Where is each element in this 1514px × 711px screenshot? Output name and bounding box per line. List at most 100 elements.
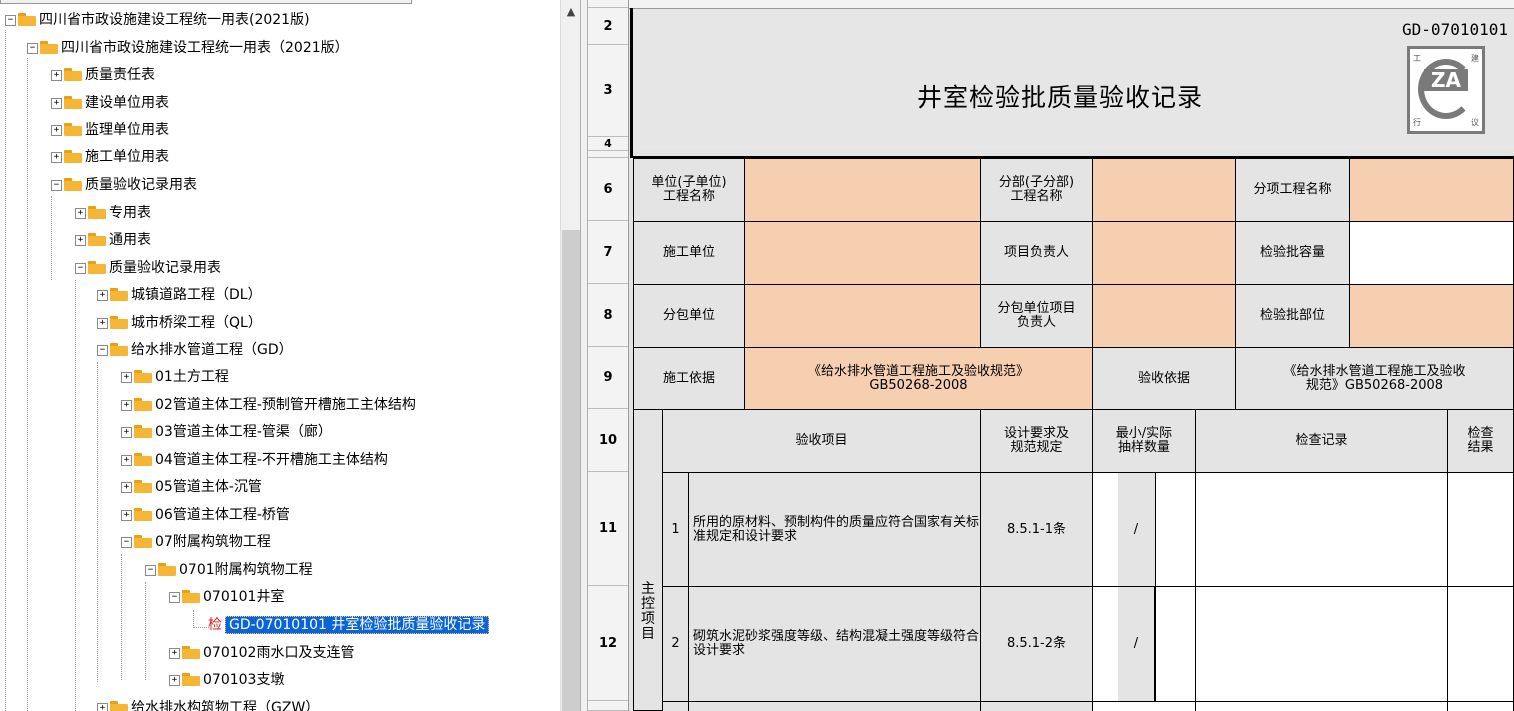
folder-open-icon bbox=[134, 535, 152, 548]
tree-node[interactable]: − 0701附属构筑物工程 bbox=[145, 559, 313, 581]
tree-node[interactable]: +06管道主体工程-桥管 bbox=[121, 504, 290, 526]
tree-node-root[interactable]: − 四川省市政设施建设工程统一用表(2021版) bbox=[5, 9, 310, 31]
expand-icon[interactable]: + bbox=[51, 152, 62, 163]
folder-icon bbox=[182, 673, 200, 686]
sub-lead-input[interactable] bbox=[1092, 284, 1236, 348]
acceptance-basis-value[interactable]: 《给水排水管道工程施工及验收 规范》GB50268-2008 bbox=[1235, 347, 1514, 410]
tree-node-selected[interactable]: 检 GD-07010101 井室检验批质量验收记录 bbox=[208, 614, 490, 636]
result-input[interactable] bbox=[1447, 586, 1514, 702]
row-header[interactable] bbox=[588, 151, 628, 158]
subcontractor-input[interactable] bbox=[744, 284, 981, 348]
unit-input[interactable] bbox=[744, 158, 981, 222]
tree-node[interactable]: + 给水排水构筑物工程（GZW） bbox=[97, 697, 319, 711]
collapse-icon[interactable]: − bbox=[97, 345, 108, 356]
row-header[interactable]: 4 bbox=[588, 137, 628, 151]
tree-scrollbar[interactable]: ▲ bbox=[560, 0, 580, 711]
row-header[interactable]: 12 bbox=[588, 586, 628, 701]
record-input[interactable] bbox=[1195, 472, 1448, 587]
logo-corner: 工 bbox=[1413, 54, 1421, 63]
row-header[interactable]: 6 bbox=[588, 158, 628, 221]
row-header[interactable]: 3 bbox=[588, 45, 628, 137]
result-input[interactable] bbox=[1447, 472, 1514, 587]
row-header[interactable] bbox=[588, 701, 628, 711]
subitem-input[interactable] bbox=[1349, 158, 1514, 222]
tree-node[interactable]: − 07附属构筑物工程 bbox=[121, 531, 271, 553]
expand-icon[interactable]: + bbox=[121, 510, 132, 521]
item-number: 1 bbox=[662, 472, 689, 587]
basis-value[interactable]: 《给水排水管道工程施工及验收规范》 GB50268-2008 bbox=[744, 347, 1093, 410]
sample-slash: / bbox=[1118, 473, 1154, 586]
expand-icon[interactable]: + bbox=[121, 455, 132, 466]
collapse-icon[interactable]: − bbox=[75, 263, 86, 274]
item-header: 验收项目 bbox=[662, 409, 981, 473]
logo-text: ZA bbox=[1424, 69, 1468, 91]
record-input[interactable] bbox=[1195, 701, 1448, 711]
actual-sample-input[interactable] bbox=[1155, 472, 1196, 587]
tree-node[interactable]: +03管道主体工程-管渠（廊） bbox=[121, 421, 332, 443]
tree-node[interactable]: − 给水排水管道工程（GD） bbox=[97, 339, 293, 361]
row-header[interactable]: 7 bbox=[588, 221, 628, 284]
collapse-icon[interactable]: − bbox=[5, 15, 16, 26]
tree-node[interactable]: +05管道主体-沉管 bbox=[121, 476, 262, 498]
batch-location-input[interactable] bbox=[1349, 284, 1514, 348]
collapse-icon[interactable]: − bbox=[51, 180, 62, 191]
tree-node[interactable]: + 施工单位用表 bbox=[51, 146, 169, 168]
expand-icon[interactable]: + bbox=[121, 400, 132, 411]
batch-location-label: 检验批部位 bbox=[1235, 284, 1350, 348]
collapse-icon[interactable]: − bbox=[27, 43, 38, 54]
spreadsheet[interactable]: 2 3 4 6 7 8 9 10 11 12 GD-07010101 井室检验批… bbox=[588, 0, 1514, 711]
sample-input[interactable] bbox=[1092, 701, 1196, 711]
expand-icon[interactable]: + bbox=[121, 372, 132, 383]
tree-node[interactable]: +070103支墩 bbox=[169, 669, 284, 691]
expand-icon[interactable]: + bbox=[97, 318, 108, 329]
tree-node[interactable]: + 建设单位用表 bbox=[51, 92, 169, 114]
tree-node[interactable]: + 城镇道路工程（DL） bbox=[97, 284, 262, 306]
expand-icon[interactable]: + bbox=[97, 290, 108, 301]
expand-icon[interactable]: + bbox=[51, 125, 62, 136]
row-header[interactable]: 8 bbox=[588, 284, 628, 347]
subdivision-input[interactable] bbox=[1092, 158, 1236, 222]
tree-node[interactable]: − 质量验收记录用表 bbox=[75, 257, 221, 279]
row-header[interactable]: 10 bbox=[588, 409, 628, 472]
row-header[interactable]: 2 bbox=[588, 8, 628, 45]
scroll-up-icon[interactable]: ▲ bbox=[561, 0, 580, 22]
expand-icon[interactable]: + bbox=[51, 70, 62, 81]
tree-node[interactable]: + 监理单位用表 bbox=[51, 119, 169, 141]
project-lead-input[interactable] bbox=[1092, 221, 1236, 285]
contractor-input[interactable] bbox=[744, 221, 981, 285]
row-header[interactable]: 11 bbox=[588, 472, 628, 586]
collapse-icon[interactable]: − bbox=[169, 592, 180, 603]
tree-node[interactable]: +02管道主体工程-预制管开槽施工主体结构 bbox=[121, 394, 416, 416]
row-header[interactable]: 9 bbox=[588, 347, 628, 409]
tree-node[interactable]: + 质量责任表 bbox=[51, 64, 155, 86]
actual-sample-input[interactable] bbox=[1155, 586, 1196, 702]
expand-icon[interactable]: + bbox=[169, 675, 180, 686]
expand-icon[interactable]: + bbox=[169, 648, 180, 659]
panel-splitter[interactable] bbox=[580, 0, 588, 711]
tree-node[interactable]: +04管道主体工程-不开槽施工主体结构 bbox=[121, 449, 388, 471]
expand-icon[interactable]: + bbox=[75, 235, 86, 246]
tree-node[interactable]: + 专用表 bbox=[75, 202, 151, 224]
tree-node[interactable]: +070102雨水口及支连管 bbox=[169, 642, 354, 664]
batch-capacity-input[interactable] bbox=[1349, 221, 1514, 285]
expand-icon[interactable]: + bbox=[51, 98, 62, 109]
tree-node[interactable]: − 质量验收记录用表 bbox=[51, 174, 197, 196]
tree-node[interactable]: + 通用表 bbox=[75, 229, 151, 251]
row-header[interactable] bbox=[588, 0, 628, 8]
expand-icon[interactable]: + bbox=[97, 703, 108, 711]
collapse-icon[interactable]: − bbox=[121, 537, 132, 548]
tree-node-label: 07附属构筑物工程 bbox=[155, 534, 271, 550]
tree-node[interactable]: +01土方工程 bbox=[121, 366, 229, 388]
tree-node[interactable]: + 城市桥梁工程（QL） bbox=[97, 312, 262, 334]
expand-icon[interactable]: + bbox=[121, 482, 132, 493]
folder-icon bbox=[110, 316, 128, 329]
expand-icon[interactable]: + bbox=[75, 208, 86, 219]
result-input[interactable] bbox=[1447, 701, 1514, 711]
tree-node[interactable]: − 四川省市政设施建设工程统一用表（2021版） bbox=[27, 37, 349, 59]
collapse-icon[interactable]: − bbox=[145, 565, 156, 576]
record-input[interactable] bbox=[1195, 586, 1448, 702]
scroll-thumb[interactable] bbox=[562, 230, 580, 711]
tree-node[interactable]: − 070101井室 bbox=[169, 586, 284, 608]
tree-panel[interactable]: − 四川省市政设施建设工程统一用表(2021版) − 四川省市政设施建设工程统一用表… bbox=[0, 0, 580, 711]
expand-icon[interactable]: + bbox=[121, 427, 132, 438]
